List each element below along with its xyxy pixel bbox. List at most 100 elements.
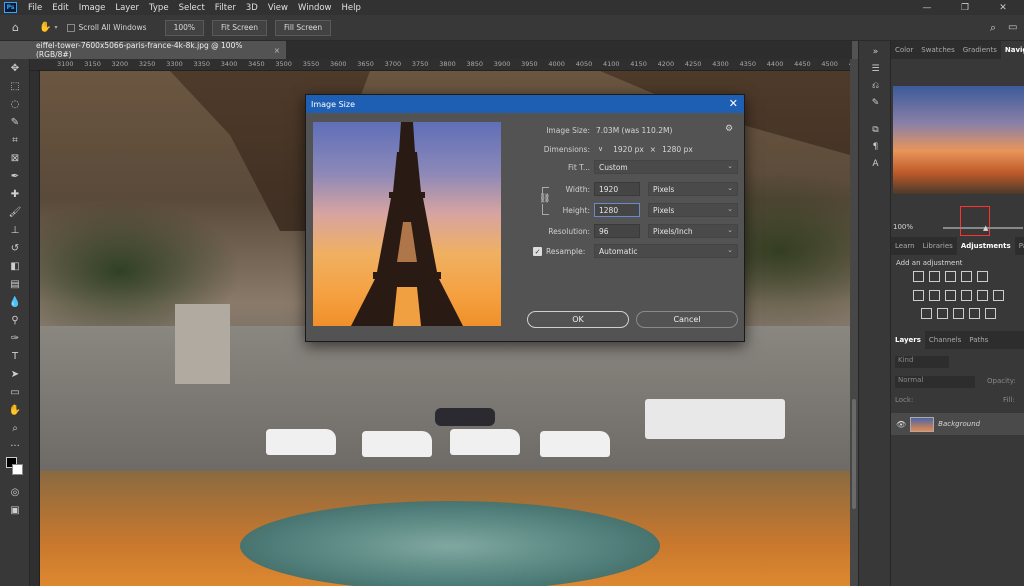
history-icon[interactable]: ⎌	[859, 77, 892, 94]
frame-tool-icon[interactable]: ⊠	[0, 149, 30, 167]
crop-tool-icon[interactable]: ⌗	[0, 131, 30, 149]
chevron-down-icon[interactable]: ∨	[598, 145, 603, 153]
path-selection-tool-icon[interactable]: ➤	[0, 365, 30, 383]
minimize-icon[interactable]: —	[908, 0, 946, 15]
menu-file[interactable]: File	[23, 3, 47, 13]
zoom-tool-icon[interactable]: ⌕	[0, 419, 30, 437]
eraser-tool-icon[interactable]: ◧	[0, 257, 30, 275]
width-unit-select[interactable]: Pixels ⌄	[648, 182, 738, 196]
clone-source-icon[interactable]: ⧉	[859, 121, 892, 138]
properties-icon[interactable]: ☰	[859, 60, 892, 77]
gradient-tool-icon[interactable]: ▤	[0, 275, 30, 293]
chevron-down-icon[interactable]: ▾	[54, 24, 57, 31]
marquee-tool-icon[interactable]: ⬚	[0, 77, 30, 95]
fit-to-select[interactable]: Custom ⌄	[594, 160, 738, 174]
menu-edit[interactable]: Edit	[47, 3, 73, 13]
menu-filter[interactable]: Filter	[210, 3, 241, 13]
triangle-icon[interactable]	[977, 271, 988, 282]
scroll-all-windows-checkbox[interactable]	[67, 23, 76, 32]
tab-color[interactable]: Color	[891, 46, 917, 54]
layer-row[interactable]: 👁 Background	[891, 413, 1024, 435]
selective-color-icon[interactable]	[985, 308, 996, 319]
threshold-icon[interactable]	[953, 308, 964, 319]
menu-type[interactable]: Type	[144, 3, 174, 13]
healing-brush-tool-icon[interactable]: ✚	[0, 185, 30, 203]
photo-filter-icon[interactable]	[977, 290, 988, 301]
history-brush-tool-icon[interactable]: ↺	[0, 239, 30, 257]
color-balance-icon[interactable]	[945, 290, 956, 301]
tab-gradients[interactable]: Gradients	[959, 46, 1001, 54]
hand-tool-icon[interactable]: ✋	[39, 22, 51, 33]
tab-swatches[interactable]: Swatches	[917, 46, 958, 54]
tab-patterns[interactable]: Patt	[1015, 242, 1024, 250]
tab-libraries[interactable]: Libraries	[919, 242, 957, 250]
resample-checkbox[interactable]: ✓	[533, 247, 542, 256]
workspace-icon[interactable]: ▭	[1008, 22, 1017, 33]
fill-screen-button[interactable]: Fill Screen	[274, 19, 332, 36]
levels-icon[interactable]	[929, 271, 940, 282]
more-tools-icon[interactable]: ···	[0, 437, 30, 455]
menu-image[interactable]: Image	[74, 3, 111, 13]
blend-mode-select[interactable]: Normal	[895, 376, 975, 388]
menu-window[interactable]: Window	[293, 3, 337, 13]
scrollbar-thumb[interactable]	[852, 399, 856, 509]
tab-navigator[interactable]: Navigat	[1000, 41, 1024, 59]
screen-mode-icon[interactable]: ▣	[0, 501, 30, 519]
quick-selection-tool-icon[interactable]: ✎	[0, 113, 30, 131]
menu-layer[interactable]: Layer	[110, 3, 144, 13]
height-unit-select[interactable]: Pixels ⌄	[648, 203, 738, 217]
quick-mask-icon[interactable]: ◎	[0, 483, 30, 501]
zoom-100-button[interactable]: 100%	[164, 19, 205, 36]
paragraph-icon[interactable]: ¶	[859, 138, 892, 155]
layer-filter-kind[interactable]: Kind	[895, 356, 949, 368]
vibrance-icon[interactable]	[913, 290, 924, 301]
rectangle-tool-icon[interactable]: ▭	[0, 383, 30, 401]
brush-tool-icon[interactable]: 🖌	[0, 203, 30, 221]
close-tab-icon[interactable]: ×	[274, 46, 280, 55]
brush-settings-icon[interactable]: ✎	[859, 94, 892, 111]
collapse-panels-icon[interactable]: »	[859, 43, 892, 60]
posterize-icon[interactable]	[937, 308, 948, 319]
menu-view[interactable]: View	[263, 3, 293, 13]
channel-mixer-icon[interactable]	[993, 290, 1004, 301]
navigator-thumbnail[interactable]	[893, 86, 1024, 236]
exposure-icon[interactable]	[961, 271, 972, 282]
menu-3d[interactable]: 3D	[241, 3, 263, 13]
eyedropper-tool-icon[interactable]: ✒	[0, 167, 30, 185]
black-white-icon[interactable]	[961, 290, 972, 301]
hand-tool-icon[interactable]: ✋	[0, 401, 30, 419]
character-icon[interactable]: A	[859, 155, 892, 172]
slider-handle-icon[interactable]: ▲	[983, 224, 988, 232]
pen-tool-icon[interactable]: ✑	[0, 329, 30, 347]
blur-tool-icon[interactable]: 💧	[0, 293, 30, 311]
resample-select[interactable]: Automatic ⌄	[594, 244, 738, 258]
tab-layers[interactable]: Layers	[891, 331, 925, 349]
invert-icon[interactable]	[921, 308, 932, 319]
menu-select[interactable]: Select	[174, 3, 210, 13]
close-window-icon[interactable]: ✕	[984, 0, 1022, 15]
search-icon[interactable]: ⌕	[990, 21, 996, 35]
eye-icon[interactable]: 👁	[896, 420, 906, 429]
gear-icon[interactable]: ⚙	[725, 124, 733, 134]
dialog-close-icon[interactable]: ✕	[729, 97, 738, 110]
dodge-tool-icon[interactable]: ⚲	[0, 311, 30, 329]
tab-learn[interactable]: Learn	[891, 242, 919, 250]
color-swatches-icon[interactable]	[0, 455, 30, 483]
ok-button[interactable]: OK	[527, 311, 629, 328]
maximize-icon[interactable]: ❐	[946, 0, 984, 15]
menu-help[interactable]: Help	[337, 3, 366, 13]
hue-saturation-icon[interactable]	[929, 290, 940, 301]
height-input[interactable]: 1280	[594, 203, 640, 217]
tab-adjustments[interactable]: Adjustments	[956, 237, 1015, 255]
resolution-input[interactable]: 96	[594, 224, 640, 238]
clone-stamp-tool-icon[interactable]: ⊥	[0, 221, 30, 239]
fit-screen-button[interactable]: Fit Screen	[212, 19, 267, 36]
resolution-unit-select[interactable]: Pixels/Inch ⌄	[648, 224, 738, 238]
lasso-tool-icon[interactable]: ◌	[0, 95, 30, 113]
tab-channels[interactable]: Channels	[925, 336, 965, 344]
navigator-zoom-value[interactable]: 100%	[893, 223, 913, 231]
cancel-button[interactable]: Cancel	[636, 311, 738, 328]
width-input[interactable]: 1920	[594, 182, 640, 196]
gradient-map-icon[interactable]	[969, 308, 980, 319]
move-tool-icon[interactable]: ✥	[0, 59, 30, 77]
